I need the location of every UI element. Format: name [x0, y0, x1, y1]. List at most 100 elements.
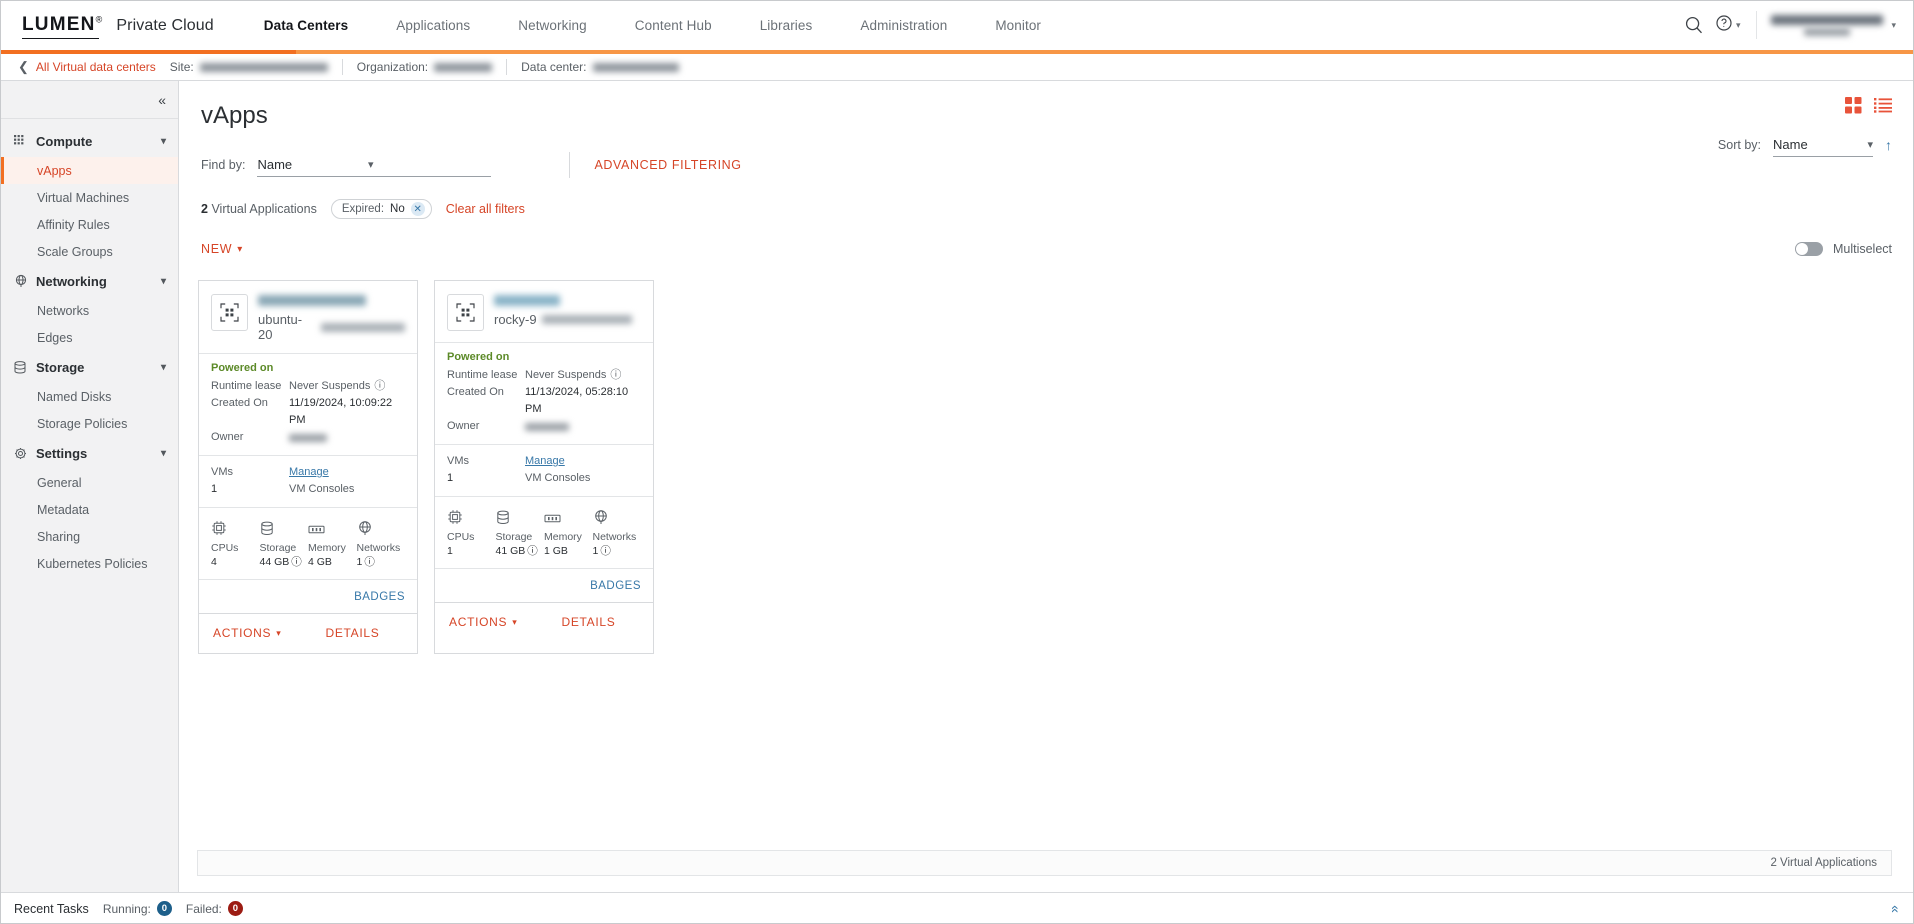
- sidebar-item-label: General: [37, 476, 81, 490]
- top-navigation-bar: LUMEN® Private Cloud Data Centers Applic…: [0, 0, 1914, 50]
- badges-row: BADGES: [199, 579, 417, 613]
- brand[interactable]: LUMEN® Private Cloud: [22, 14, 214, 36]
- close-icon[interactable]: ✕: [411, 202, 425, 216]
- sidebar-item-vapps[interactable]: vApps: [0, 157, 178, 184]
- recent-tasks-title: Recent Tasks: [14, 902, 89, 916]
- sidebar-item-metadata[interactable]: Metadata: [0, 496, 178, 523]
- nav-item-monitor[interactable]: Monitor: [971, 0, 1065, 50]
- sort-by-select[interactable]: Name ▾: [1773, 133, 1873, 157]
- filter-row: Find by: Name ▾ ADVANCED FILTERING: [201, 150, 1892, 180]
- filter-chip-value: No: [390, 203, 405, 215]
- sidebar-item-sharing[interactable]: Sharing: [0, 523, 178, 550]
- clear-all-filters-button[interactable]: Clear all filters: [446, 202, 525, 216]
- user-menu[interactable]: ▾: [1763, 15, 1896, 36]
- nav-item-administration[interactable]: Administration: [836, 0, 971, 50]
- tasks-running-count: 0: [157, 901, 172, 916]
- vapp-fqdn-redacted: [542, 315, 632, 324]
- created-on-label: Created On: [211, 395, 289, 429]
- stats-row: CPUs 1: [447, 505, 641, 559]
- vm-consoles-link[interactable]: VM Consoles: [525, 470, 590, 487]
- stat-label: Memory: [308, 541, 357, 555]
- result-count-row: 2 Virtual Applications Expired: No ✕ Cle…: [201, 198, 1892, 220]
- sidebar-group-networking[interactable]: Networking ▾: [0, 265, 178, 297]
- tasks-failed[interactable]: Failed: 0: [186, 901, 243, 916]
- vapp-card[interactable]: rocky-9 Powered on Runtime lease Never S…: [434, 280, 654, 654]
- find-by-select[interactable]: Name ▾: [257, 153, 491, 177]
- result-count-number: 2: [201, 202, 208, 216]
- breadcrumb-back-link[interactable]: ❮ All Virtual data centers: [18, 59, 156, 75]
- sidebar-item-general[interactable]: General: [0, 469, 178, 496]
- storage-icon: [260, 516, 309, 536]
- runtime-lease-text: Never Suspends: [289, 378, 370, 395]
- info-icon[interactable]: ⓘ: [600, 544, 611, 559]
- sidebar-group-settings[interactable]: Settings ▾: [0, 437, 178, 469]
- info-icon[interactable]: ⓘ: [364, 555, 375, 570]
- sidebar-item-named-disks[interactable]: Named Disks: [0, 383, 178, 410]
- stat-value-text: 44 GB: [260, 555, 290, 570]
- sidebar-group-storage[interactable]: Storage ▾: [0, 351, 178, 383]
- sidebar-collapse-button[interactable]: «: [0, 81, 178, 119]
- search-icon[interactable]: [1673, 0, 1715, 50]
- help-menu[interactable]: ▾: [1715, 14, 1751, 37]
- toggle-switch[interactable]: [1795, 242, 1823, 256]
- actions-button[interactable]: ACTIONS ▾: [213, 626, 281, 640]
- card-stats-section: CPUs 1: [435, 496, 653, 568]
- manage-link[interactable]: Manage: [289, 464, 354, 481]
- nav-item-libraries[interactable]: Libraries: [736, 0, 837, 50]
- stat-value: 1ⓘ: [593, 544, 642, 559]
- view-toggle: [1845, 97, 1892, 114]
- runtime-lease-row: Runtime lease Never Suspendsⓘ: [447, 367, 641, 384]
- stat-value: 4: [211, 555, 260, 570]
- breadcrumb-datacenter: Data center:: [507, 60, 692, 74]
- sidebar-item-virtual-machines[interactable]: Virtual Machines: [0, 184, 178, 211]
- find-by-value: Name: [257, 157, 292, 172]
- stat-value-text: 1: [447, 544, 453, 559]
- details-button[interactable]: DETAILS: [561, 615, 615, 629]
- sidebar-item-networks[interactable]: Networks: [0, 297, 178, 324]
- sidebar-item-affinity-rules[interactable]: Affinity Rules: [0, 211, 178, 238]
- nav-item-data-centers[interactable]: Data Centers: [240, 0, 372, 50]
- multiselect-toggle[interactable]: Multiselect: [1795, 242, 1892, 256]
- vapp-card[interactable]: ubuntu-20 Powered on Runtime lease Never…: [198, 280, 418, 654]
- vm-consoles-link[interactable]: VM Consoles: [289, 481, 354, 498]
- chevron-down-icon: ▾: [161, 448, 166, 459]
- nav-item-networking[interactable]: Networking: [494, 0, 611, 50]
- card-info-section: Powered on Runtime lease Never Suspendsⓘ…: [199, 353, 417, 455]
- filter-chip-expired[interactable]: Expired: No ✕: [331, 199, 432, 219]
- info-icon[interactable]: ⓘ: [527, 544, 538, 559]
- sidebar-item-scale-groups[interactable]: Scale Groups: [0, 238, 178, 265]
- advanced-filtering-button[interactable]: ADVANCED FILTERING: [594, 158, 741, 172]
- arrow-up-icon[interactable]: ↑: [1885, 137, 1892, 153]
- new-button[interactable]: NEW ▾: [201, 242, 243, 256]
- stat-networks: Networks 1ⓘ: [593, 505, 642, 559]
- manage-link[interactable]: Manage: [525, 453, 590, 470]
- stat-storage: Storage 44 GBⓘ: [260, 516, 309, 570]
- card-vms-section: VMs 1 Manage VM Consoles: [199, 455, 417, 507]
- sidebar-group-compute[interactable]: Compute ▾: [0, 125, 178, 157]
- info-icon[interactable]: ⓘ: [610, 367, 621, 384]
- info-icon[interactable]: ⓘ: [291, 555, 302, 570]
- sidebar-item-storage-policies[interactable]: Storage Policies: [0, 410, 178, 437]
- vms-column: VMs 1: [211, 464, 289, 498]
- badges-link[interactable]: BADGES: [354, 591, 405, 603]
- list-view-icon[interactable]: [1874, 98, 1892, 113]
- nav-item-content-hub[interactable]: Content Hub: [611, 0, 736, 50]
- info-icon[interactable]: ⓘ: [374, 378, 385, 395]
- stat-value: 4 GB: [308, 555, 357, 570]
- card-stats-section: CPUs 4: [199, 507, 417, 579]
- actions-button[interactable]: ACTIONS ▾: [449, 615, 517, 629]
- nav-item-applications[interactable]: Applications: [372, 0, 494, 50]
- sidebar-item-edges[interactable]: Edges: [0, 324, 178, 351]
- lumen-logo: LUMEN®: [22, 14, 103, 36]
- chevron-up-double-icon[interactable]: «: [1888, 905, 1904, 913]
- main-content: vApps: [179, 81, 1914, 892]
- details-button[interactable]: DETAILS: [325, 626, 379, 640]
- sidebar-item-kubernetes-policies[interactable]: Kubernetes Policies: [0, 550, 178, 577]
- sidebar-nav: Compute ▾ vApps Virtual Machines Affinit…: [0, 119, 178, 577]
- tasks-running[interactable]: Running: 0: [103, 901, 172, 916]
- storage-icon: [496, 505, 545, 525]
- badges-link[interactable]: BADGES: [590, 580, 641, 592]
- grid-view-icon[interactable]: [1845, 97, 1862, 114]
- owner-row: Owner: [211, 429, 405, 446]
- chevron-down-icon: ▾: [161, 362, 166, 373]
